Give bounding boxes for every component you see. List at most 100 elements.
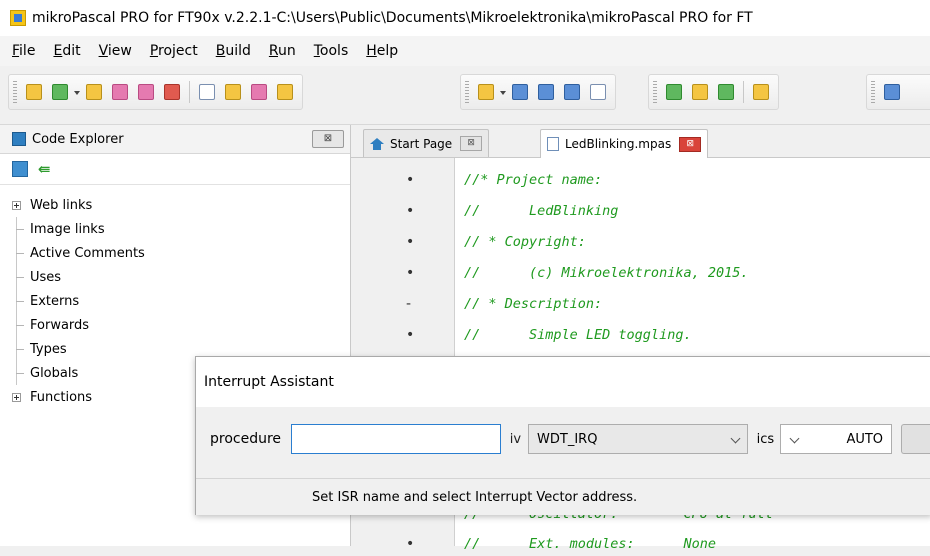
toolbar-grip[interactable] bbox=[653, 81, 657, 103]
dialog-action-button[interactable] bbox=[901, 424, 930, 454]
code-explorer-title: Code Explorer bbox=[32, 131, 124, 147]
tab-label: LedBlinking.mpas bbox=[565, 137, 672, 151]
menu-accel: P bbox=[149, 43, 159, 59]
iv-select[interactable]: WDT_IRQ bbox=[528, 424, 748, 454]
menu-tools[interactable]: Tools bbox=[305, 43, 358, 59]
tree-item-forwards[interactable]: Forwards bbox=[0, 313, 350, 337]
code-line: • // (c) Mikroelektronika, 2015. bbox=[351, 261, 930, 285]
menu-edit[interactable]: Edit bbox=[44, 43, 89, 59]
menu-label: iew bbox=[107, 43, 132, 59]
toolbar-group-file bbox=[460, 74, 616, 110]
project-settings-icon[interactable] bbox=[135, 81, 157, 103]
tool-icon[interactable] bbox=[881, 81, 903, 103]
tree-item-active-comments[interactable]: Active Comments bbox=[0, 241, 350, 265]
close-project-icon[interactable] bbox=[161, 81, 183, 103]
menu-help[interactable]: Help bbox=[357, 43, 407, 59]
menu-label: uild bbox=[225, 43, 251, 59]
dialog-status-text: Set ISR name and select Interrupt Vector… bbox=[312, 489, 638, 505]
build-program-icon[interactable] bbox=[715, 81, 737, 103]
tab-ledblinking[interactable]: LedBlinking.mpas ⊠ bbox=[540, 129, 709, 158]
tree-item-web-links[interactable]: Web links bbox=[0, 193, 350, 217]
code-text: // LedBlinking bbox=[464, 203, 619, 219]
tree-connector bbox=[12, 228, 24, 230]
dialog-titlebar[interactable]: Interrupt Assistant bbox=[196, 357, 930, 407]
tree-item-label: Functions bbox=[30, 389, 93, 405]
home-icon bbox=[370, 137, 384, 150]
new-file-icon[interactable] bbox=[196, 81, 218, 103]
code-explorer-toolbar: ⇚ bbox=[0, 154, 350, 185]
close-icon[interactable]: ⊠ bbox=[312, 130, 344, 148]
close-icon[interactable]: ⊠ bbox=[679, 136, 702, 152]
tab-start-page[interactable]: Start Page ⊠ bbox=[363, 129, 490, 157]
code-line: - // * Description: bbox=[351, 292, 930, 316]
dialog-title: Interrupt Assistant bbox=[204, 374, 334, 390]
iv-label: iv bbox=[509, 431, 522, 447]
code-text: //* Project name: bbox=[464, 172, 603, 188]
tree-connector bbox=[12, 252, 24, 254]
menu-label: ile bbox=[19, 43, 36, 59]
recent-file-icon[interactable] bbox=[274, 81, 296, 103]
tree-item-label: Types bbox=[30, 341, 67, 357]
new-project-icon[interactable] bbox=[23, 81, 45, 103]
print-icon[interactable] bbox=[587, 81, 609, 103]
toolbar-grip[interactable] bbox=[13, 81, 17, 103]
open-icon[interactable] bbox=[475, 81, 497, 103]
chevron-down-icon bbox=[730, 433, 741, 444]
save-project-icon[interactable] bbox=[83, 81, 105, 103]
line-marker: • bbox=[406, 265, 415, 281]
window-title: mikroPascal PRO for FT90x v.2.2.1-C:\Use… bbox=[32, 10, 753, 26]
tree-view-icon[interactable] bbox=[12, 161, 28, 177]
ics-select[interactable]: AUTO bbox=[780, 424, 893, 454]
code-line: • // Simple LED toggling. bbox=[351, 323, 930, 347]
procedure-input[interactable] bbox=[291, 424, 501, 454]
edit-project-icon[interactable] bbox=[109, 81, 131, 103]
menu-build[interactable]: Build bbox=[207, 43, 260, 59]
tree-item-label: Active Comments bbox=[30, 245, 145, 261]
menu-accel: E bbox=[53, 43, 63, 59]
close-icon[interactable]: ⊠ bbox=[460, 136, 483, 151]
menu-accel: V bbox=[98, 43, 108, 59]
line-marker: • bbox=[406, 234, 415, 250]
main-toolbar bbox=[0, 66, 930, 125]
tree-item-image-links[interactable]: Image links bbox=[0, 217, 350, 241]
tree-item-label: Externs bbox=[30, 293, 80, 309]
tree-item-label: Image links bbox=[30, 221, 105, 237]
expand-icon[interactable] bbox=[12, 200, 21, 210]
tree-item-uses[interactable]: Uses bbox=[0, 265, 350, 289]
editor-tab-bar: Start Page ⊠ LedBlinking.mpas ⊠ bbox=[351, 125, 930, 158]
menu-accel: B bbox=[215, 43, 226, 59]
code-explorer-header: Code Explorer ⊠ bbox=[0, 125, 350, 154]
open-project-icon[interactable] bbox=[49, 81, 71, 103]
toolbar-separator bbox=[189, 81, 190, 103]
window-titlebar: mikroPascal PRO for FT90x v.2.2.1-C:\Use… bbox=[0, 0, 930, 37]
add-file-icon[interactable] bbox=[248, 81, 270, 103]
save-all-icon[interactable] bbox=[535, 81, 557, 103]
line-marker: • bbox=[406, 203, 415, 219]
toolbar-grip[interactable] bbox=[871, 81, 875, 103]
menu-run[interactable]: Run bbox=[260, 43, 305, 59]
save-as-icon[interactable] bbox=[561, 81, 583, 103]
interrupt-assistant-dialog: Interrupt Assistant procedure iv WDT_IRQ… bbox=[195, 356, 930, 515]
build-icon[interactable] bbox=[663, 81, 685, 103]
toolbar-grip[interactable] bbox=[465, 81, 469, 103]
code-line: • //* Project name: bbox=[351, 168, 930, 192]
expand-icon[interactable] bbox=[12, 392, 21, 402]
dialog-form-row: procedure iv WDT_IRQ ics AUTO bbox=[196, 421, 930, 457]
menu-project[interactable]: Project bbox=[141, 43, 207, 59]
toolbar-group-build bbox=[648, 74, 779, 110]
save-icon[interactable] bbox=[509, 81, 531, 103]
tree-item-label: Forwards bbox=[30, 317, 90, 333]
tree-item-externs[interactable]: Externs bbox=[0, 289, 350, 313]
chevron-down-icon bbox=[789, 433, 800, 444]
code-text: // (c) Mikroelektronika, 2015. bbox=[464, 265, 749, 281]
open-file-icon[interactable] bbox=[222, 81, 244, 103]
jump-icon[interactable]: ⇚ bbox=[38, 161, 54, 177]
build-all-icon[interactable] bbox=[689, 81, 711, 103]
programmer-icon[interactable] bbox=[750, 81, 772, 103]
menu-file[interactable]: File bbox=[0, 43, 44, 59]
menu-label: roject bbox=[158, 43, 198, 59]
ics-selected-value: AUTO bbox=[846, 431, 884, 447]
chevron-down-icon[interactable] bbox=[499, 81, 507, 103]
menu-view[interactable]: View bbox=[90, 43, 141, 59]
chevron-down-icon[interactable] bbox=[73, 81, 81, 103]
